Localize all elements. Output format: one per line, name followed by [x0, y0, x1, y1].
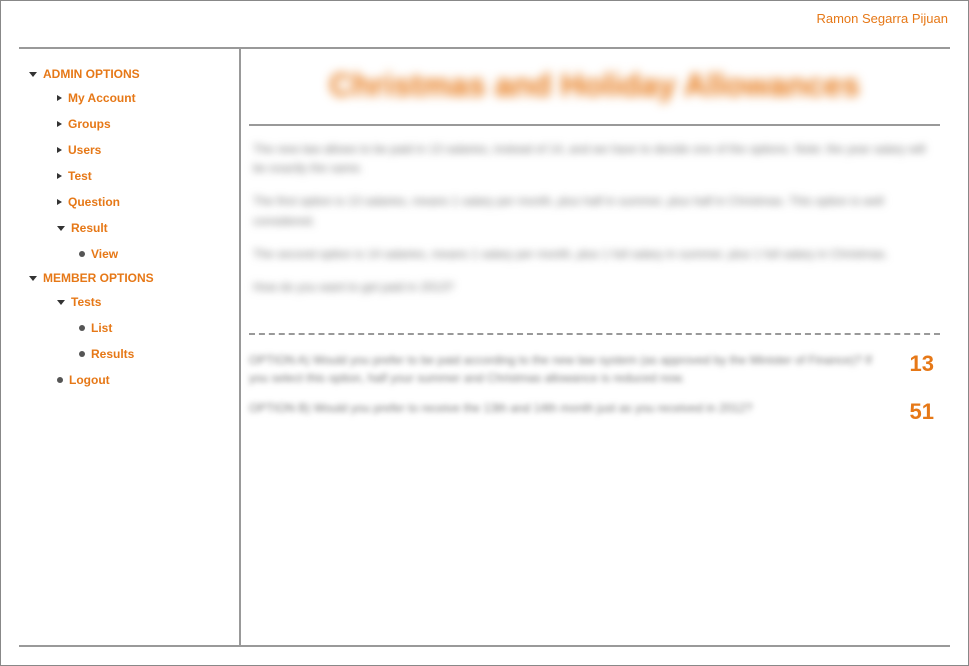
triangle-right-icon [57, 147, 62, 153]
content-frame: ADMIN OPTIONS My Account Groups Users Te… [19, 47, 950, 647]
sidebar-subitem-label: View [91, 247, 118, 261]
triangle-right-icon [57, 121, 62, 127]
result-row-b: OPTION B) Would you prefer to receive th… [249, 395, 940, 433]
option-count: 51 [900, 399, 940, 425]
description-block: The new law allows to be paid in 13 sala… [249, 136, 940, 327]
triangle-right-icon [57, 199, 62, 205]
chevron-down-icon [57, 300, 65, 305]
sidebar-item-logout[interactable]: Logout [29, 367, 231, 393]
sidebar-item-tests[interactable]: Tests [29, 289, 231, 315]
chevron-down-icon [29, 276, 37, 281]
sidebar: ADMIN OPTIONS My Account Groups Users Te… [19, 49, 241, 645]
sidebar-item-question[interactable]: Question [29, 189, 231, 215]
sidebar-section-label: MEMBER OPTIONS [43, 271, 154, 285]
bullet-icon [79, 251, 85, 257]
description-paragraph: The first option is 13 salaries, means 1… [253, 192, 934, 230]
sidebar-item-test[interactable]: Test [29, 163, 231, 189]
sidebar-subitem-view[interactable]: View [29, 241, 231, 267]
sidebar-section-member[interactable]: MEMBER OPTIONS [29, 267, 231, 289]
sidebar-section-admin[interactable]: ADMIN OPTIONS [29, 63, 231, 85]
sidebar-item-label: Test [68, 169, 92, 183]
top-bar: Ramon Segarra Pijuan [1, 1, 968, 37]
chevron-down-icon [29, 72, 37, 77]
bullet-icon [79, 351, 85, 357]
sidebar-item-label: Tests [71, 295, 101, 309]
sidebar-item-label: Question [68, 195, 120, 209]
sidebar-subitem-label: Results [91, 347, 134, 361]
divider [249, 124, 940, 126]
sidebar-item-label: Logout [69, 373, 110, 387]
sidebar-item-result[interactable]: Result [29, 215, 231, 241]
sidebar-subitem-results[interactable]: Results [29, 341, 231, 367]
option-text: OPTION A) Would you prefer to be paid ac… [249, 351, 884, 387]
sidebar-item-users[interactable]: Users [29, 137, 231, 163]
sidebar-subitem-list[interactable]: List [29, 315, 231, 341]
page-title: Christmas and Holiday Allowances [249, 61, 940, 124]
option-text: OPTION B) Would you prefer to receive th… [249, 399, 884, 417]
bullet-icon [79, 325, 85, 331]
description-paragraph: The new law allows to be paid in 13 sala… [253, 140, 934, 178]
username-label: Ramon Segarra Pijuan [816, 11, 948, 26]
triangle-right-icon [57, 95, 62, 101]
chevron-down-icon [57, 226, 65, 231]
sidebar-item-groups[interactable]: Groups [29, 111, 231, 137]
result-row-a: OPTION A) Would you prefer to be paid ac… [249, 347, 940, 395]
triangle-right-icon [57, 173, 62, 179]
sidebar-item-label: Users [68, 143, 101, 157]
sidebar-item-label: Result [71, 221, 108, 235]
option-count: 13 [900, 351, 940, 377]
sidebar-item-my-account[interactable]: My Account [29, 85, 231, 111]
sidebar-item-label: Groups [68, 117, 111, 131]
description-paragraph: The second option is 14 salaries, means … [253, 245, 934, 264]
main-content: Christmas and Holiday Allowances The new… [241, 49, 950, 645]
sidebar-section-label: ADMIN OPTIONS [43, 67, 140, 81]
bullet-icon [57, 377, 63, 383]
dashed-divider [249, 333, 940, 335]
description-paragraph: How do you want to get paid in 2013? [253, 278, 934, 297]
sidebar-subitem-label: List [91, 321, 112, 335]
sidebar-item-label: My Account [68, 91, 136, 105]
